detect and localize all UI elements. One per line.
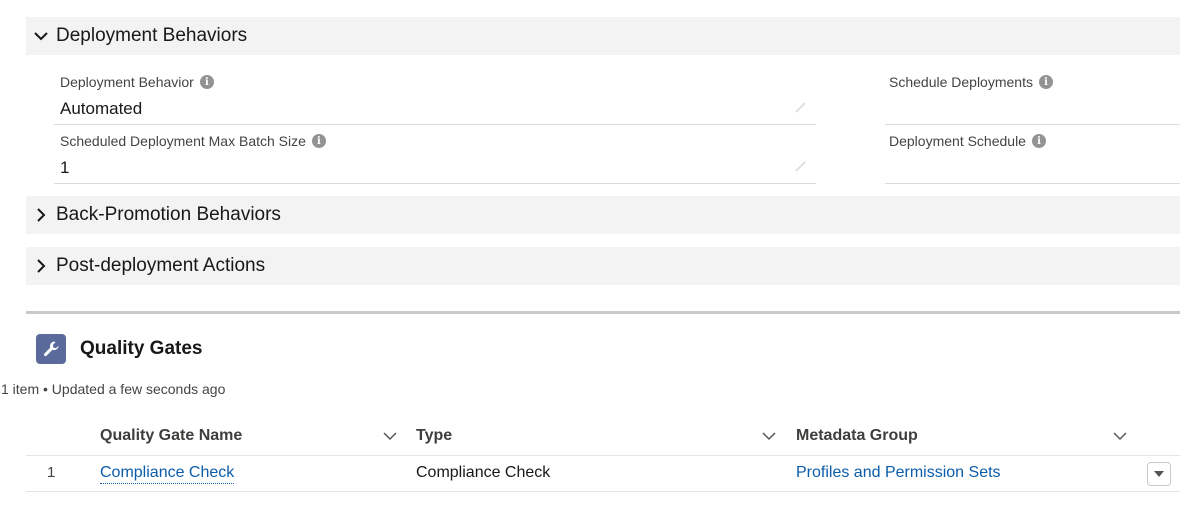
chevron-down-icon xyxy=(26,31,56,41)
section-back-promotion-behaviors[interactable]: Back-Promotion Behaviors xyxy=(26,196,1180,234)
schedule-deployments-label: Schedule Deployments i xyxy=(889,74,1053,90)
pencil-icon[interactable] xyxy=(794,159,808,173)
column-header-type[interactable]: Type xyxy=(416,427,452,445)
row-number: 1 xyxy=(47,464,56,481)
column-header-name[interactable]: Quality Gate Name xyxy=(100,427,242,445)
chevron-down-icon[interactable] xyxy=(382,429,398,443)
metadata-group-link[interactable]: Profiles and Permission Sets xyxy=(796,464,1001,482)
section-post-deployment-actions[interactable]: Post-deployment Actions xyxy=(26,247,1180,285)
wrench-icon xyxy=(36,334,66,364)
field-divider xyxy=(54,124,816,125)
field-divider xyxy=(885,183,1180,184)
chevron-right-icon xyxy=(26,208,56,222)
quality-gates-title[interactable]: Quality Gates xyxy=(80,338,203,360)
deployment-behavior-value: Automated xyxy=(60,99,143,118)
table-row-divider xyxy=(26,491,1180,492)
info-icon[interactable]: i xyxy=(1038,75,1053,89)
field-divider xyxy=(885,124,1180,125)
quality-gate-name-link[interactable]: Compliance Check xyxy=(100,464,235,484)
section-title: Post-deployment Actions xyxy=(56,255,266,276)
max-batch-size-label: Scheduled Deployment Max Batch Size i xyxy=(60,133,326,149)
info-icon[interactable]: i xyxy=(1031,134,1046,148)
section-divider xyxy=(26,311,1180,314)
chevron-down-icon[interactable] xyxy=(1112,429,1128,443)
info-icon[interactable]: i xyxy=(311,134,326,148)
deployment-schedule-label: Deployment Schedule i xyxy=(889,133,1046,149)
column-header-metadata-group[interactable]: Metadata Group xyxy=(796,427,918,445)
caret-down-icon xyxy=(1154,470,1164,477)
section-deployment-behaviors[interactable]: Deployment Behaviors xyxy=(26,17,1180,55)
chevron-down-icon[interactable] xyxy=(761,429,777,443)
row-actions-button[interactable] xyxy=(1147,462,1171,486)
max-batch-size-value: 1 xyxy=(60,158,70,177)
field-divider xyxy=(54,183,816,184)
list-meta: 1 item • Updated a few seconds ago xyxy=(1,381,226,397)
table-header-divider xyxy=(26,455,1180,456)
quality-gate-type: Compliance Check xyxy=(416,464,551,481)
section-title: Deployment Behaviors xyxy=(56,25,248,46)
pencil-icon[interactable] xyxy=(794,100,808,114)
chevron-right-icon xyxy=(26,259,56,273)
info-icon[interactable]: i xyxy=(199,75,214,89)
section-title: Back-Promotion Behaviors xyxy=(56,204,281,225)
deployment-behavior-label: Deployment Behavior i xyxy=(60,74,214,90)
